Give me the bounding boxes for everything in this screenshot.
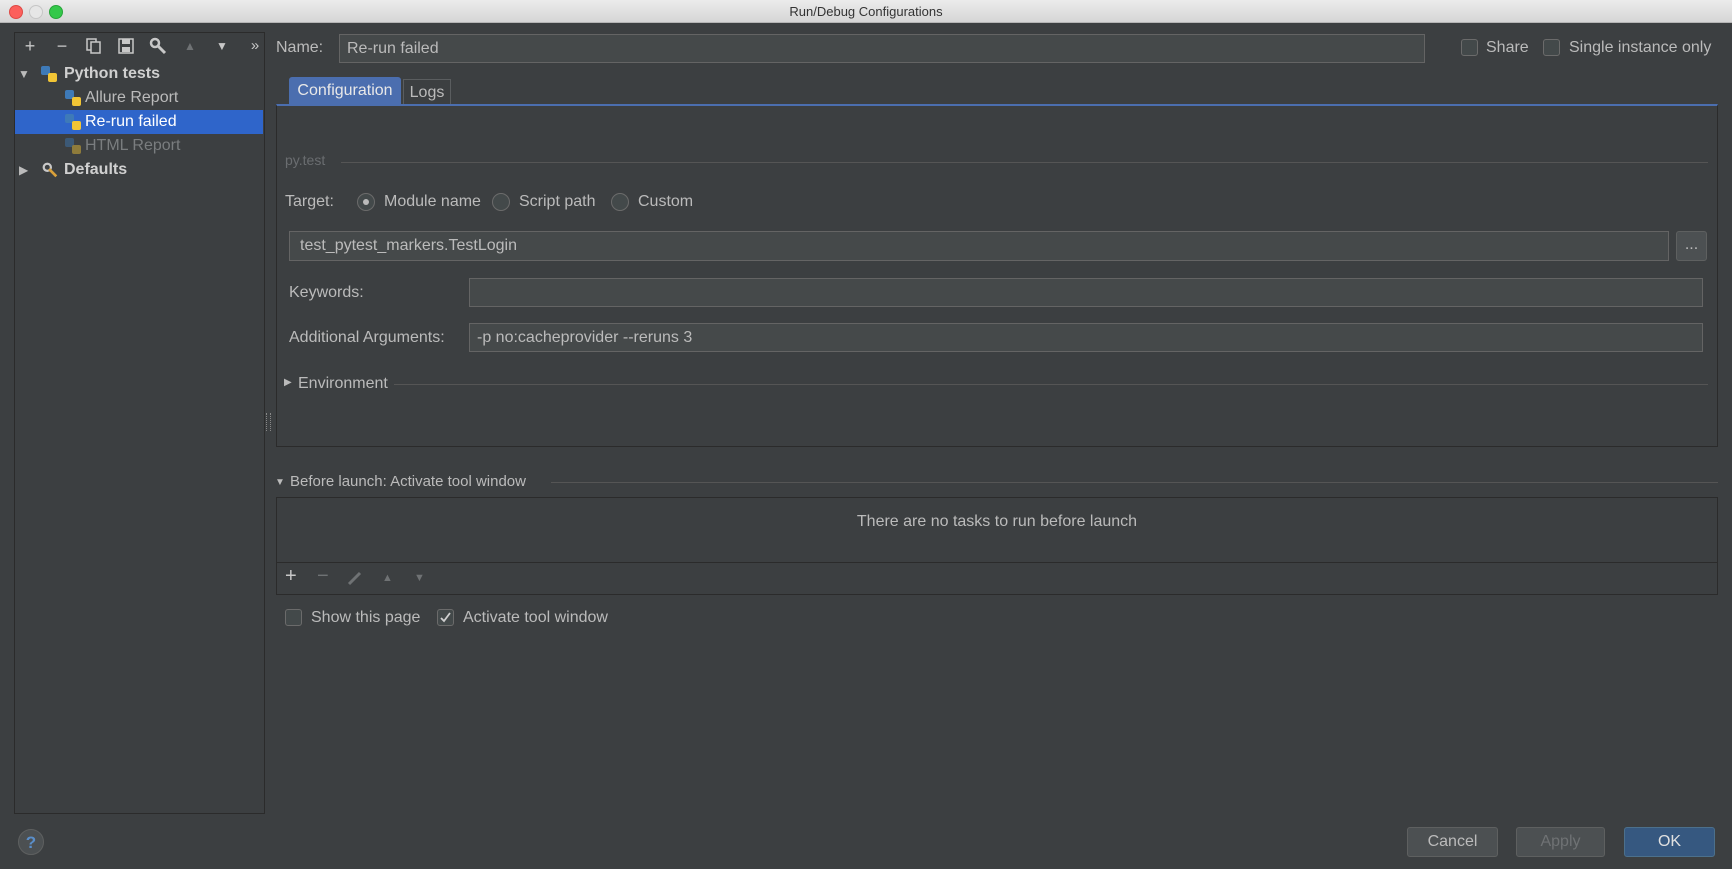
custom-label: Custom	[638, 193, 694, 210]
name-input[interactable]: Re-run failed	[339, 34, 1425, 63]
tree-item-allure-report[interactable]: Allure Report	[15, 86, 263, 110]
name-label: Name:	[276, 39, 324, 56]
module-name-label: Module name	[384, 193, 481, 210]
tree-item-label: HTML Report	[85, 137, 181, 154]
before-launch-toolbar-divider	[277, 562, 1717, 563]
browse-button[interactable]: ...	[1676, 231, 1707, 261]
python-icon	[65, 138, 81, 154]
wrench-icon	[41, 161, 59, 179]
tree-group-python-tests[interactable]: ▼ Python tests	[15, 62, 263, 86]
environment-label[interactable]: Environment	[298, 375, 388, 393]
custom-radio[interactable]	[611, 193, 629, 211]
remove-config-button[interactable]: −	[50, 34, 74, 58]
show-this-page-checkbox[interactable]	[285, 609, 302, 626]
before-launch-panel	[276, 497, 1718, 595]
activate-tool-window-checkbox[interactable]	[437, 609, 454, 626]
target-label: Target:	[285, 193, 334, 210]
environment-divider	[394, 384, 1708, 385]
checkmark-icon	[440, 612, 451, 623]
activate-tool-window-label: Activate tool window	[463, 609, 608, 626]
tree-group-defaults[interactable]: ▶ Defaults	[15, 158, 263, 182]
tree-item-rerun-failed[interactable]: Re-run failed	[15, 110, 263, 134]
move-task-down-button[interactable]: ▼	[414, 572, 425, 584]
save-icon[interactable]	[114, 34, 138, 58]
splitter-handle[interactable]	[266, 413, 271, 431]
additional-args-label: Additional Arguments:	[289, 329, 445, 346]
share-checkbox[interactable]	[1461, 39, 1478, 56]
wrench-icon[interactable]	[146, 34, 170, 58]
chevron-down-icon[interactable]: ▼	[18, 62, 30, 86]
apply-button[interactable]: Apply	[1516, 827, 1605, 857]
single-instance-checkbox[interactable]	[1543, 39, 1560, 56]
chevron-down-icon[interactable]: ▼	[275, 477, 285, 488]
python-icon	[65, 114, 81, 130]
target-input[interactable]: test_pytest_markers.TestLogin	[289, 231, 1669, 261]
python-icon	[41, 66, 57, 82]
title-bar: Run/Debug Configurations	[0, 0, 1732, 23]
single-instance-label: Single instance only	[1569, 39, 1712, 56]
tab-logs[interactable]: Logs	[403, 79, 451, 105]
section-title: py.test	[285, 152, 326, 168]
window-title: Run/Debug Configurations	[789, 4, 943, 19]
remove-task-button[interactable]: −	[317, 565, 329, 588]
configuration-panel	[276, 104, 1718, 447]
chevron-right-icon[interactable]: ▶	[284, 377, 292, 388]
module-name-radio[interactable]	[357, 193, 375, 211]
keywords-input[interactable]	[469, 278, 1703, 307]
pencil-icon[interactable]	[347, 570, 363, 591]
add-config-button[interactable]: +	[18, 34, 42, 58]
script-path-radio[interactable]	[492, 193, 510, 211]
tree-group-label: Defaults	[64, 161, 128, 178]
tab-configuration[interactable]: Configuration	[289, 77, 401, 105]
section-divider	[341, 162, 1708, 163]
before-launch-title[interactable]: Before launch: Activate tool window	[290, 473, 526, 490]
move-down-button[interactable]: ▼	[210, 34, 234, 58]
tree-item-label: Re-run failed	[85, 113, 177, 130]
add-task-button[interactable]: +	[285, 565, 297, 588]
chevron-right-icon[interactable]: ▶	[19, 158, 28, 182]
copy-icon[interactable]	[82, 34, 106, 58]
tree-item-label: Allure Report	[85, 89, 179, 106]
keywords-label: Keywords:	[289, 284, 364, 301]
additional-args-input[interactable]: -p no:cacheprovider --reruns 3	[469, 323, 1703, 352]
show-this-page-label: Show this page	[311, 609, 421, 626]
script-path-label: Script path	[519, 193, 596, 210]
more-actions-button[interactable]: »	[243, 34, 267, 58]
no-tasks-text: There are no tasks to run before launch	[856, 513, 1138, 530]
ok-button[interactable]: OK	[1624, 827, 1715, 857]
tree-group-label: Python tests	[64, 65, 161, 82]
move-task-up-button[interactable]: ▲	[382, 572, 393, 584]
move-up-button[interactable]: ▲	[178, 34, 202, 58]
tree-item-html-report[interactable]: HTML Report	[15, 134, 263, 158]
before-launch-divider	[551, 482, 1718, 483]
python-icon	[65, 90, 81, 106]
cancel-button[interactable]: Cancel	[1407, 827, 1498, 857]
share-label: Share	[1486, 39, 1529, 56]
help-button[interactable]: ?	[18, 829, 44, 855]
